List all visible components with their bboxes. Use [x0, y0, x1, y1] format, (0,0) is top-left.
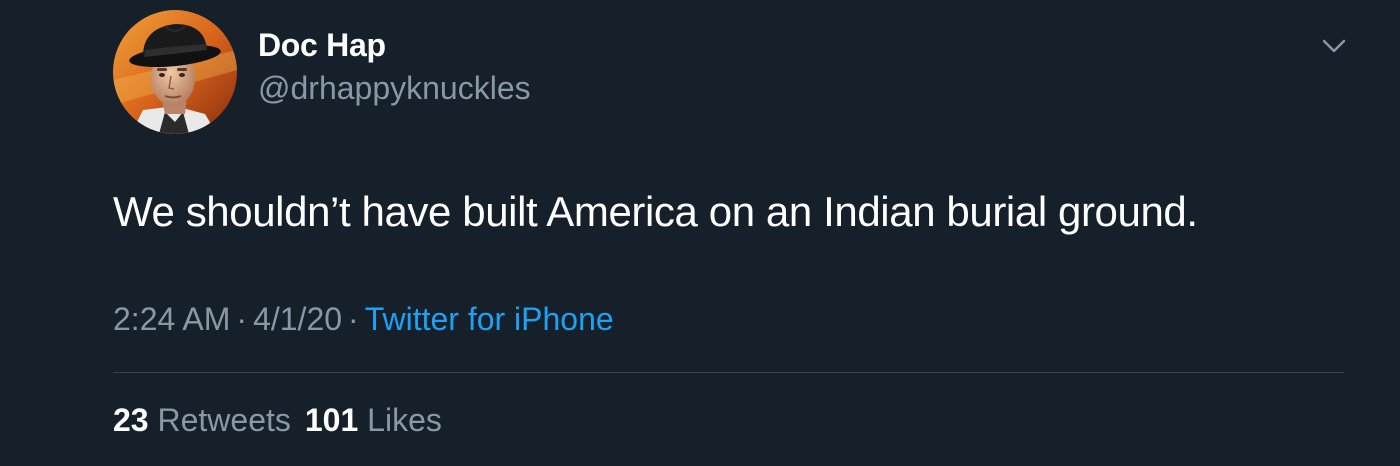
avatar[interactable]: [113, 10, 237, 134]
meta-separator: ·: [236, 301, 248, 337]
likes-count: 101: [304, 402, 359, 438]
chevron-down-icon[interactable]: [1318, 34, 1350, 58]
divider: [113, 372, 1344, 373]
tweet-time[interactable]: 2:24 AM: [113, 301, 230, 337]
author-handle[interactable]: @drhappyknuckles: [258, 70, 531, 107]
retweets-count: 23: [113, 402, 149, 438]
author-display-name[interactable]: Doc Hap: [258, 27, 386, 64]
tweet-source-link[interactable]: Twitter for iPhone: [365, 301, 614, 337]
tweet-card: Doc Hap @drhappyknuckles We shouldn’t ha…: [0, 0, 1400, 466]
tweet-stats: 23 Retweets 101 Likes: [113, 402, 442, 439]
retweets-label: Retweets: [157, 402, 291, 438]
avatar-image: [113, 10, 237, 134]
tweet-text: We shouldn’t have built America on an In…: [113, 188, 1198, 235]
retweets-stat[interactable]: 23 Retweets: [113, 402, 291, 438]
tweet-date[interactable]: 4/1/20: [253, 301, 342, 337]
likes-label: Likes: [367, 402, 442, 438]
likes-stat[interactable]: 101 Likes: [305, 402, 442, 438]
tweet-meta: 2:24 AM · 4/1/20 · Twitter for iPhone: [113, 301, 614, 338]
meta-separator: ·: [348, 301, 359, 337]
